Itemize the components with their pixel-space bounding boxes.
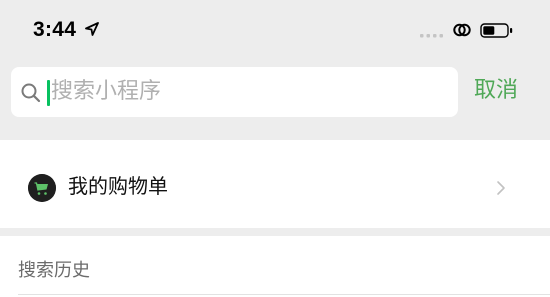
shopping-list-label: 我的购物单 — [68, 174, 168, 198]
status-time: 3:44 — [33, 18, 77, 41]
cancel-button[interactable]: 取消 — [474, 77, 518, 105]
search-bar: 搜索小程序 取消 — [0, 60, 550, 130]
search-input[interactable]: 搜索小程序 — [11, 67, 458, 117]
status-bar: 3:44 — [0, 0, 550, 60]
link-icon — [453, 23, 471, 37]
shopping-cart-icon — [28, 174, 56, 202]
chevron-right-icon — [497, 181, 505, 195]
location-arrow-icon — [85, 22, 99, 36]
battery-icon — [480, 23, 513, 38]
search-icon — [21, 83, 41, 103]
search-history-title: 搜索历史 — [18, 260, 90, 281]
text-caret — [47, 80, 50, 106]
signal-icon — [420, 34, 443, 38]
search-placeholder: 搜索小程序 — [51, 79, 162, 104]
divider — [18, 294, 550, 295]
